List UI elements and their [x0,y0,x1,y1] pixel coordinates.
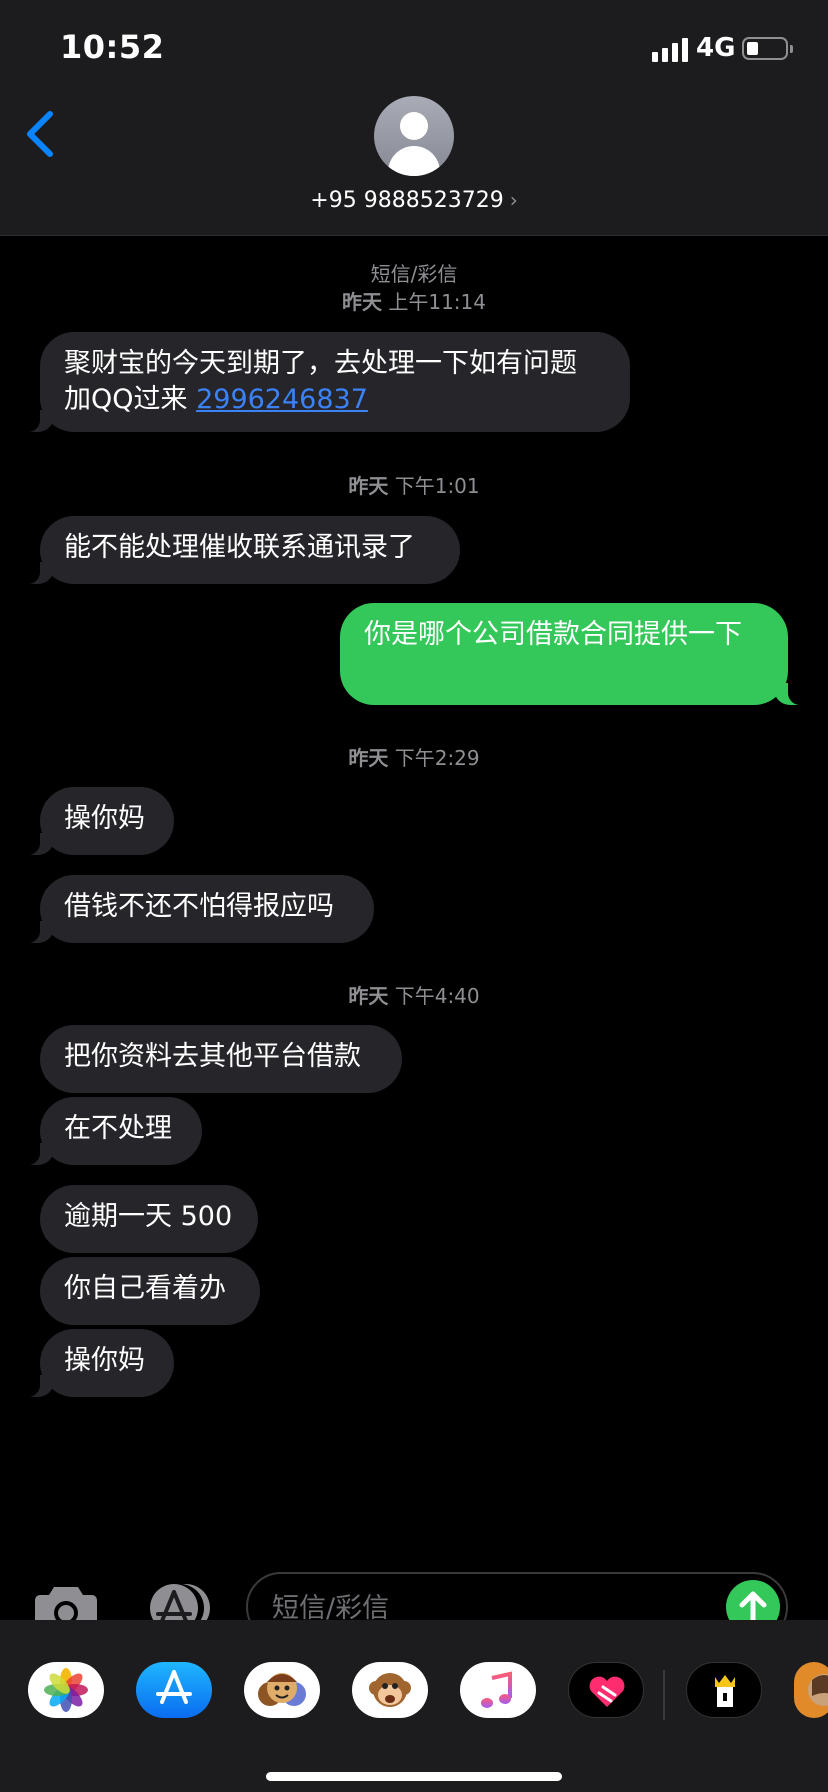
music-icon[interactable] [460,1662,536,1718]
phone-link[interactable]: 2996246837 [196,384,368,415]
app-store-icon[interactable] [136,1662,212,1718]
timestamp: 昨天 下午4:40 [348,984,480,1008]
timestamp: 昨天 下午2:29 [348,746,480,770]
battery-icon [742,37,793,60]
incoming-message[interactable]: 逾期一天 500 [40,1185,258,1253]
status-time: 10:52 [60,28,165,66]
drawer-separator [663,1670,665,1720]
network-type: 4G [696,33,736,63]
incoming-message[interactable]: 操你妈 [18,1329,174,1397]
incoming-message[interactable]: 在不处理 [18,1097,202,1165]
incoming-message[interactable]: 你自己看着办 [40,1257,260,1325]
app-drawer [0,1620,828,1792]
outgoing-message[interactable]: 你是哪个公司借款合同提供一下 [340,603,810,705]
contact-name: +95 9888523729 [310,188,504,213]
contact-avatar[interactable] [374,96,454,176]
chevron-right-icon: › [509,188,518,212]
photos-icon[interactable] [28,1662,104,1718]
sticker-icon[interactable] [794,1662,828,1718]
digital-touch-icon[interactable] [568,1662,644,1718]
incoming-message[interactable]: 能不能处理催收联系通讯录了 [18,516,460,584]
app-drawer-row [0,1620,828,1760]
memoji-icon[interactable] [244,1662,320,1718]
status-bar: 10:52 4G [0,0,828,96]
game-icon[interactable] [686,1662,762,1718]
home-indicator[interactable] [266,1772,562,1781]
incoming-message[interactable]: 把你资料去其他平台借款 [40,1025,402,1093]
back-button[interactable] [20,104,64,164]
incoming-message[interactable]: 借钱不还不怕得报应吗 [18,875,374,943]
conversation-header: +95 9888523729 › [0,96,828,236]
contact-name-button[interactable]: +95 9888523729 › [0,188,828,213]
chevron-left-icon [27,111,53,157]
message-type-label: 短信/彩信 [370,262,458,286]
incoming-message[interactable]: 聚财宝的今天到期了，去处理一下如有问题 加QQ过来 2996246837 [18,332,630,432]
animoji-icon[interactable] [352,1662,428,1718]
incoming-message[interactable]: 操你妈 [18,787,174,855]
cellular-signal-icon [652,36,688,62]
timestamp: 昨天 上午11:14 [342,290,486,314]
timestamp: 昨天 下午1:01 [348,474,480,498]
